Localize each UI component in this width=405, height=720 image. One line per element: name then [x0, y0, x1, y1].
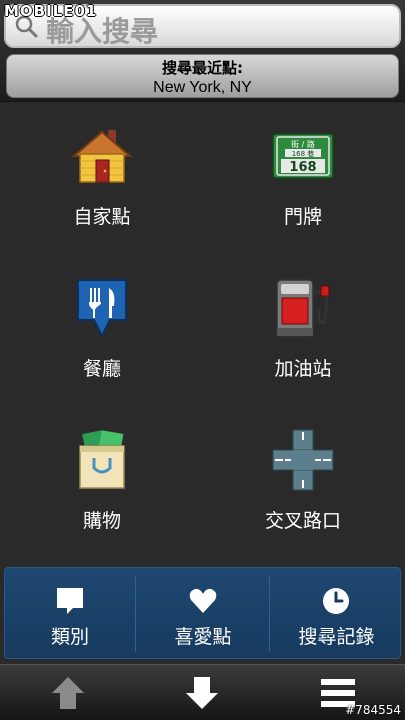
history-button[interactable]: 搜尋記錄 — [271, 568, 402, 660]
categories-label: 類別 — [50, 626, 89, 648]
intersection-icon — [272, 429, 334, 491]
tile-label: 餐廳 — [82, 358, 121, 380]
tile-label: 購物 — [82, 510, 121, 532]
tile-restaurant[interactable]: 餐廳 — [2, 258, 202, 408]
favorites-label: 喜愛點 — [174, 626, 232, 648]
category-grid: 自家點 街 / 路 168 巷 168 門牌 餐廳 加油站 購物 交叉路口 — [0, 106, 405, 562]
street-sign-top: 街 / 路 — [291, 139, 315, 149]
tile-home[interactable]: 自家點 — [2, 106, 202, 256]
category-bar: 類別 喜愛點 搜尋記錄 — [4, 567, 401, 659]
tile-intersection[interactable]: 交叉路口 — [203, 410, 403, 560]
home-icon — [71, 130, 133, 183]
tile-gas-station[interactable]: 加油站 — [203, 258, 403, 408]
divider — [135, 576, 136, 652]
tile-label: 加油站 — [274, 358, 332, 380]
gas-station-icon — [276, 279, 330, 337]
heart-icon — [189, 588, 217, 613]
credit-text: #784554 — [345, 703, 401, 717]
favorites-button[interactable]: 喜愛點 — [137, 568, 269, 660]
tile-address[interactable]: 街 / 路 168 巷 168 門牌 — [203, 106, 403, 256]
category-icon — [57, 588, 83, 614]
clock-icon — [323, 588, 349, 614]
tile-shopping[interactable]: 購物 — [2, 410, 202, 560]
up-arrow-icon[interactable] — [48, 673, 88, 713]
search-near-value: New York, NY — [153, 79, 252, 96]
categories-button[interactable]: 類別 — [5, 568, 135, 660]
street-sign-number: 168 — [289, 160, 316, 175]
search-near-label: 搜尋最近點: — [162, 59, 243, 77]
down-arrow-icon[interactable] — [182, 673, 222, 713]
divider — [269, 576, 270, 652]
tile-label: 門牌 — [283, 206, 322, 228]
header: 輸入搜尋 MOBILE01 搜尋最近點: New York, NY — [0, 0, 405, 102]
search-near-button[interactable]: 搜尋最近點: New York, NY — [6, 54, 399, 98]
history-label: 搜尋記錄 — [298, 626, 375, 648]
street-sign-icon: 街 / 路 168 巷 168 — [272, 133, 334, 179]
restaurant-icon — [77, 279, 127, 339]
watermark: MOBILE01 — [4, 2, 98, 20]
street-sign-mid: 168 巷 — [292, 150, 315, 158]
shopping-bag-icon — [79, 430, 125, 489]
tile-label: 自家點 — [73, 206, 131, 228]
tile-label: 交叉路口 — [264, 510, 341, 532]
